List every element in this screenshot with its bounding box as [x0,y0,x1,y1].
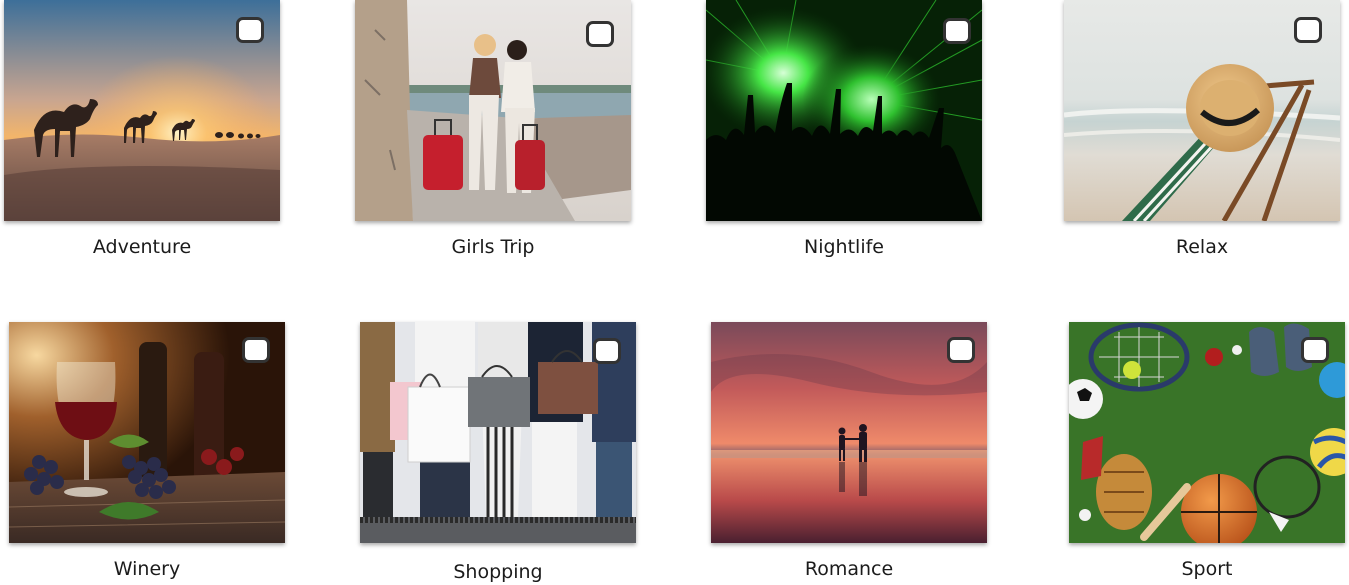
winery-label: Winery [113,558,181,580]
category-card-relax[interactable]: Relax [1064,0,1340,258]
category-card-girls-trip[interactable]: Girls Trip [355,0,631,258]
adventure-checkbox[interactable] [236,17,264,43]
adventure-photo[interactable] [4,0,280,221]
relax-checkbox[interactable] [1294,17,1322,43]
nightlife-photo[interactable] [706,0,982,221]
sport-checkbox[interactable] [1301,337,1329,363]
relax-photo[interactable] [1064,0,1340,221]
winery-photo[interactable] [9,322,285,543]
girls-trip-checkbox[interactable] [586,21,614,47]
romance-photo[interactable] [711,322,987,543]
romance-label: Romance [804,558,894,580]
adventure-label: Adventure [92,236,192,258]
sport-label: Sport [1181,558,1233,580]
shopping-photo[interactable] [360,322,636,543]
relax-label: Relax [1175,236,1229,258]
romance-image [711,322,987,543]
girls-trip-label: Girls Trip [451,236,535,258]
girls-trip-photo[interactable] [355,0,631,221]
nightlife-image [706,0,982,221]
category-card-adventure[interactable]: Adventure [4,0,280,258]
winery-checkbox[interactable] [242,337,270,363]
category-card-shopping[interactable]: Shopping [360,322,636,583]
romance-checkbox[interactable] [947,337,975,363]
shopping-checkbox[interactable] [593,338,621,364]
shopping-label: Shopping [453,561,543,583]
category-card-winery[interactable]: Winery [9,322,285,580]
nightlife-label: Nightlife [804,236,884,258]
nightlife-checkbox[interactable] [943,18,971,44]
category-card-sport[interactable]: Sport [1069,322,1345,580]
category-card-nightlife[interactable]: Nightlife [706,0,982,258]
sport-photo[interactable] [1069,322,1345,543]
category-card-romance[interactable]: Romance [711,322,987,580]
